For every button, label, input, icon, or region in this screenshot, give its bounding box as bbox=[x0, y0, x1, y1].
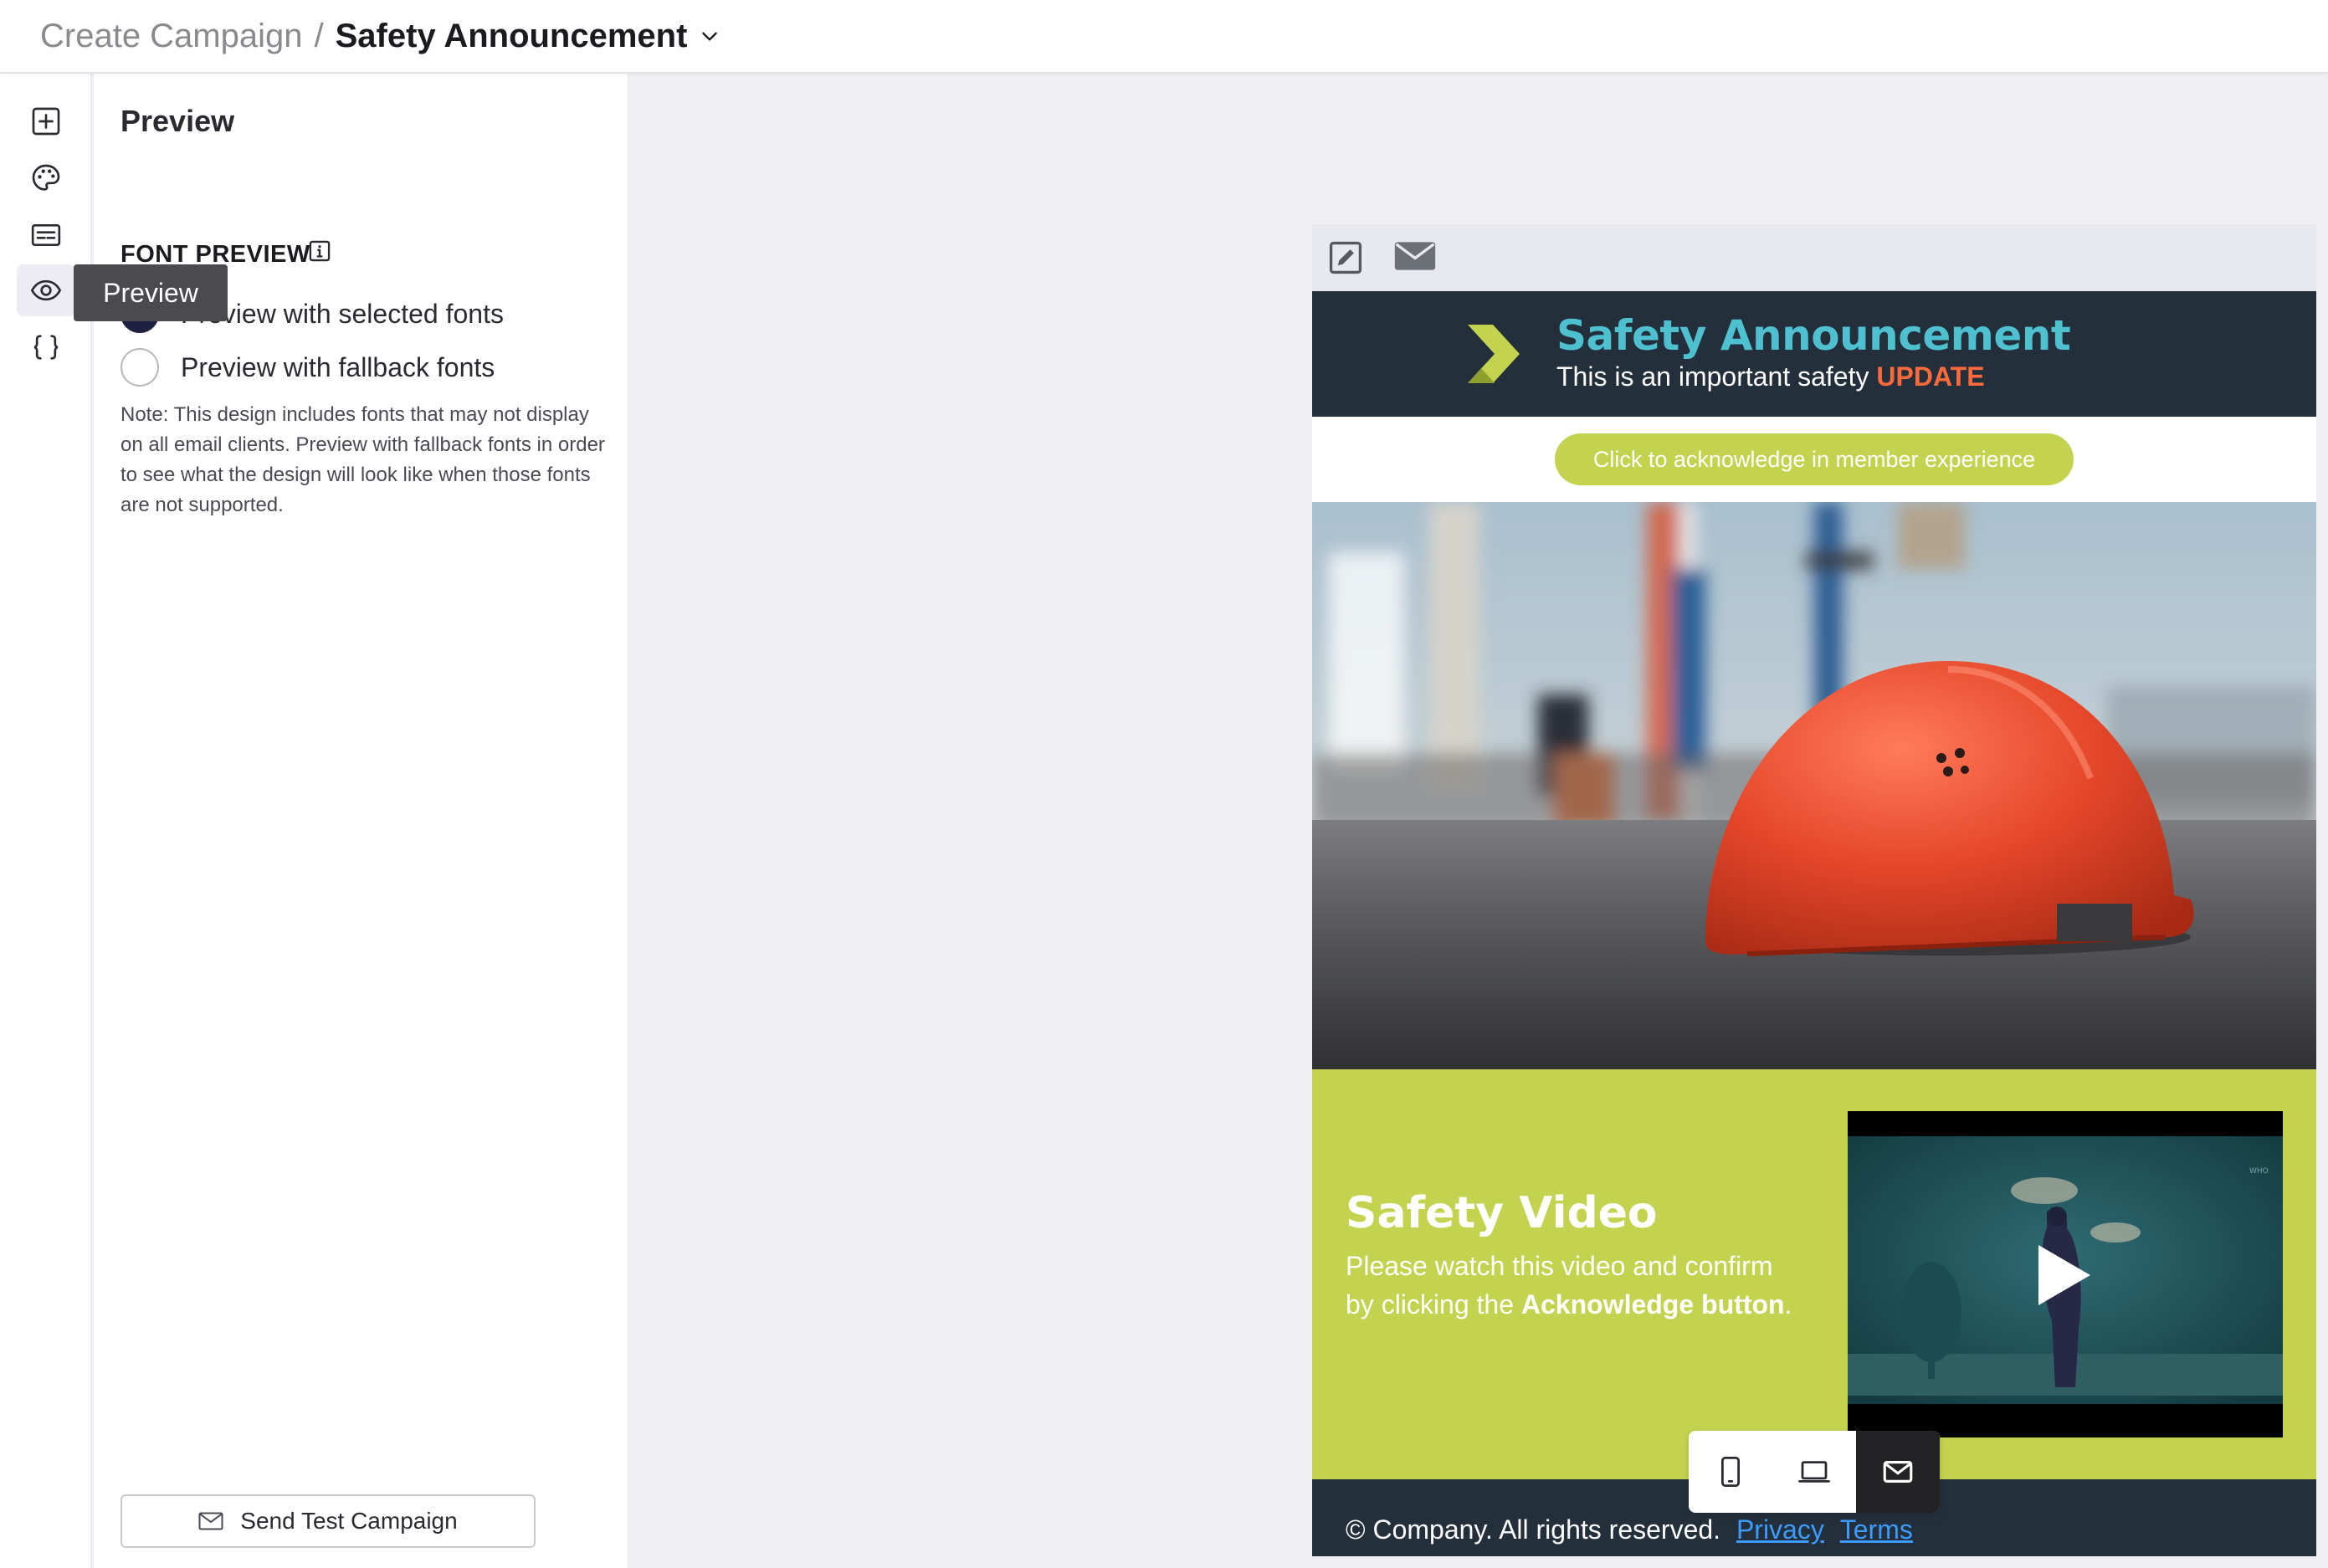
font-note: Note: This design includes fonts that ma… bbox=[121, 403, 605, 516]
edit-icon[interactable] bbox=[1327, 239, 1364, 276]
footer-line: © Company. All rights reserved. Privacy … bbox=[1346, 1514, 1913, 1545]
chevron-logo-icon bbox=[1468, 325, 1520, 383]
svg-text:WHO: WHO bbox=[2249, 1167, 2269, 1176]
video-text-bold: Acknowledge button bbox=[1520, 1289, 1785, 1319]
form-icon bbox=[31, 224, 61, 246]
hero-image-hardhat bbox=[1312, 502, 2316, 1069]
mobile-icon bbox=[1720, 1456, 1741, 1488]
email-header-title: Safety Announcement bbox=[1556, 311, 2071, 360]
radio-label-fallback-fonts: Preview with fallback fonts bbox=[181, 351, 495, 382]
code-braces-icon bbox=[33, 335, 59, 360]
campaign-title[interactable]: Safety Announcement bbox=[336, 18, 688, 55]
video-thumbnail[interactable]: WHO bbox=[1848, 1111, 2283, 1437]
panel-title: Preview bbox=[121, 104, 235, 138]
radio-label-selected-fonts: Preview with selected fonts bbox=[181, 298, 504, 329]
radio-button-unchecked[interactable] bbox=[121, 348, 159, 387]
add-block-icon bbox=[32, 107, 60, 136]
terms-link[interactable]: Terms bbox=[1840, 1514, 1913, 1545]
privacy-link[interactable]: Privacy bbox=[1736, 1514, 1824, 1545]
mail-icon bbox=[1883, 1461, 1913, 1483]
send-test-campaign-button[interactable]: Send Test Campaign bbox=[121, 1494, 536, 1548]
rail-code-button[interactable] bbox=[17, 321, 75, 373]
desktop-view-button[interactable] bbox=[1772, 1431, 1856, 1513]
email-preview: Safety Announcement This is an important… bbox=[1312, 224, 2316, 1556]
email-header-subtitle-text: This is an important safety bbox=[1556, 361, 1869, 392]
video-section-text: Please watch this video and confirm by c… bbox=[1346, 1247, 1797, 1324]
email-view-button[interactable] bbox=[1856, 1431, 1940, 1513]
radio-fallback-fonts[interactable]: Preview with fallback fonts bbox=[121, 348, 495, 387]
preview-tooltip: Preview bbox=[74, 264, 228, 321]
breadcrumb-parent[interactable]: Create Campaign bbox=[40, 18, 303, 55]
rail-style-button[interactable] bbox=[17, 152, 75, 204]
email-header: Safety Announcement This is an important… bbox=[1312, 291, 2316, 417]
breadcrumb-separator: / bbox=[314, 17, 324, 54]
device-switcher bbox=[1689, 1431, 1940, 1513]
mail-icon bbox=[198, 1512, 223, 1530]
video-section-title: Safety Video bbox=[1346, 1188, 1658, 1238]
footer-copyright: © Company. All rights reserved. bbox=[1346, 1514, 1721, 1545]
acknowledge-row: Click to acknowledge in member experienc… bbox=[1312, 417, 2316, 502]
rail-preview-button[interactable] bbox=[17, 264, 75, 316]
email-toolbar bbox=[1312, 224, 2316, 291]
email-header-subtitle: This is an important safety UPDATE bbox=[1556, 361, 1985, 392]
send-test-campaign-label: Send Test Campaign bbox=[240, 1508, 458, 1534]
top-bar: Create Campaign / Safety Announcement bbox=[0, 0, 2328, 74]
mobile-view-button[interactable] bbox=[1689, 1431, 1772, 1513]
palette-icon bbox=[32, 164, 60, 191]
info-icon[interactable] bbox=[308, 239, 331, 263]
video-text-end: . bbox=[1784, 1289, 1792, 1319]
acknowledge-button[interactable]: Click to acknowledge in member experienc… bbox=[1555, 433, 2074, 485]
chevron-down-icon[interactable] bbox=[699, 25, 720, 47]
safety-video-section: Safety Video Please watch this video and… bbox=[1312, 1069, 2316, 1479]
laptop-icon bbox=[1798, 1461, 1830, 1483]
rail-form-button[interactable] bbox=[17, 209, 75, 261]
envelope-icon[interactable] bbox=[1394, 239, 1436, 273]
email-header-update: UPDATE bbox=[1876, 361, 1985, 392]
rail-add-block-button[interactable] bbox=[17, 95, 75, 147]
eye-icon bbox=[30, 279, 62, 301]
